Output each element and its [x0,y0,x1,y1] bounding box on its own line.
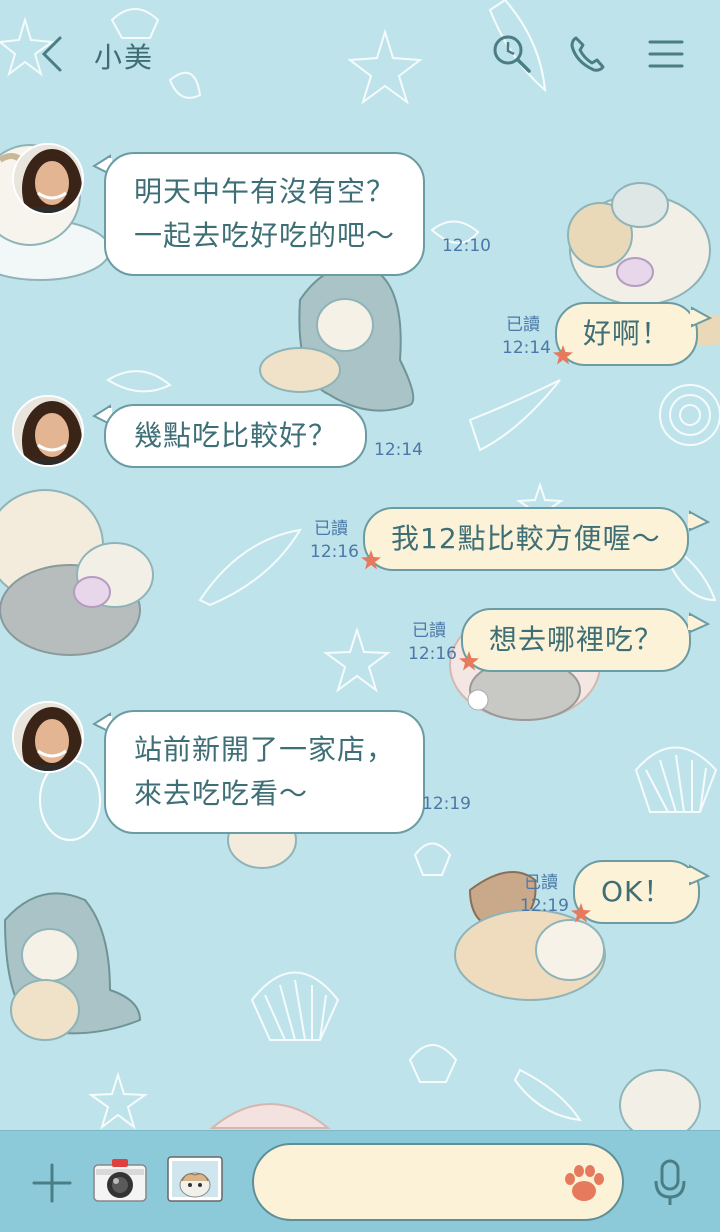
message-bubble-outgoing[interactable]: 好啊！ [555,302,699,366]
bubble-tail [688,612,710,634]
message-bubble-outgoing[interactable]: OK！ [573,860,701,924]
starfish-icon [553,345,573,365]
contact-avatar[interactable] [12,701,84,773]
message-line: 想去哪裡吃？ [489,623,664,656]
message-line: 好啊！ [583,317,671,350]
phone-icon[interactable] [564,30,612,78]
search-icon[interactable] [488,30,536,78]
read-receipt: 已讀 [524,873,558,893]
bubble-tail [688,510,710,532]
read-receipt: 已讀 [506,315,540,335]
message-line: 我12點比較方便喔～ [391,522,661,555]
message-line: OK！ [601,875,673,908]
message-line: 站前新開了一家店， [134,733,396,766]
starfish-icon [361,550,381,570]
message-bubble-outgoing[interactable]: 我12點比較方便喔～ [363,507,689,571]
read-receipt: 已讀 [314,519,348,539]
read-receipt: 已讀 [412,621,446,641]
message-time: 12:19 [422,794,471,814]
image-icon[interactable] [166,1155,224,1205]
contact-avatar[interactable] [12,395,84,467]
message-line: 來去吃吃看～ [134,777,309,810]
message-bubble-outgoing[interactable]: 想去哪裡吃？ [461,608,692,672]
message-bubble-incoming[interactable]: 站前新開了一家店， 來去吃吃看～ [104,710,426,834]
bubble-tail [690,306,712,328]
message-bubble-incoming[interactable]: 明天中午有沒有空？ 一起去吃好吃的吧～ [104,152,426,276]
back-chevron-icon[interactable] [30,30,74,78]
microphone-icon[interactable] [648,1157,692,1209]
starfish-icon [459,651,479,671]
message-line: 一起去吃好吃的吧～ [134,219,396,252]
message-time: 12:19 [520,896,569,916]
camera-icon[interactable] [92,1155,148,1207]
message-composer-bar [0,1130,720,1232]
message-line: 幾點吃比較好？ [134,419,338,452]
chat-title: 小美 [94,41,155,74]
message-time: 12:16 [408,644,457,664]
message-line: 明天中午有沒有空？ [134,175,396,208]
message-time: 12:14 [502,338,551,358]
contact-avatar[interactable] [12,143,84,215]
message-time: 12:10 [442,236,491,256]
chat-header: 小美 [0,0,720,108]
message-time: 12:16 [310,542,359,562]
menu-icon[interactable] [642,30,690,78]
starfish-icon [571,903,591,923]
message-bubble-incoming[interactable]: 幾點吃比較好？ [104,404,368,468]
plus-icon[interactable] [30,1161,74,1205]
paw-icon[interactable] [562,1163,606,1203]
message-time: 12:14 [374,440,423,460]
bubble-tail [688,864,710,886]
